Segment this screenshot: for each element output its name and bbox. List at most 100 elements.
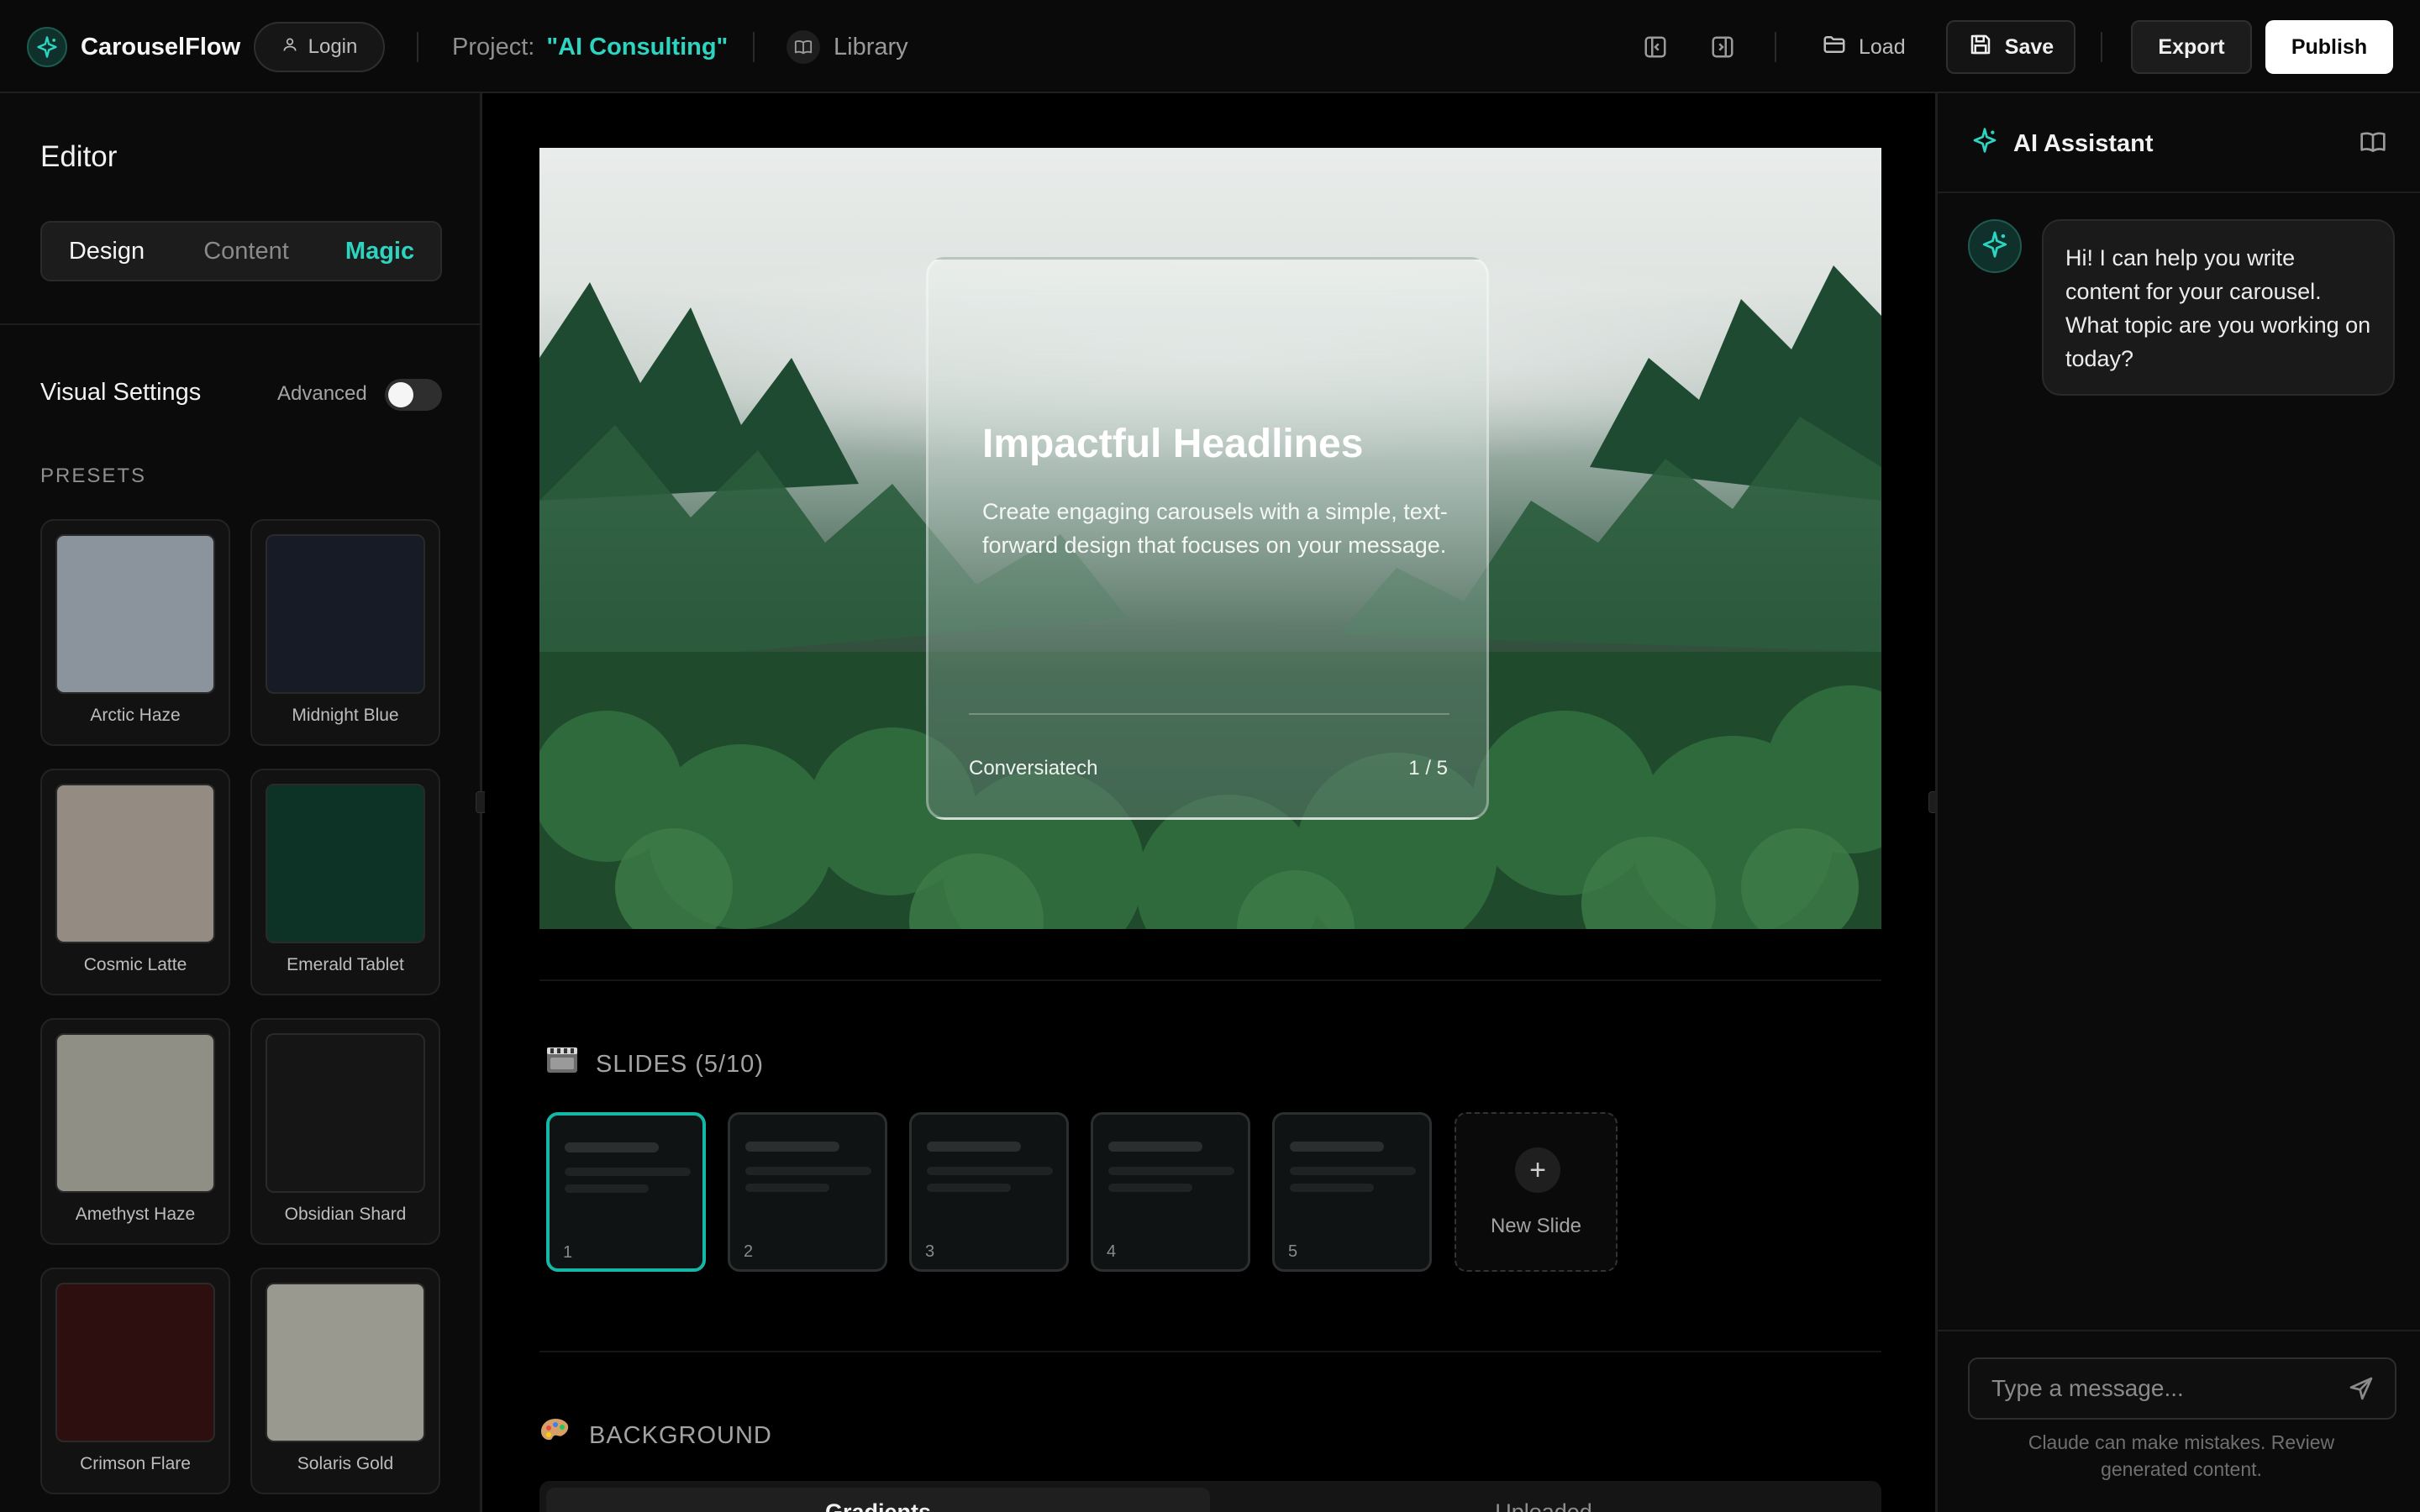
section-divider: [539, 1351, 1881, 1352]
slide-preview[interactable]: Impactful Headlines Create engaging caro…: [539, 148, 1881, 929]
tab-uploaded[interactable]: Uploaded: [1212, 1488, 1876, 1512]
visual-settings-title: Visual Settings: [40, 379, 202, 406]
disclaimer-text: Claude can make mistakes. Review generat…: [2028, 1431, 2335, 1480]
slide-brand: Conversiatech: [969, 757, 1098, 780]
new-slide-button[interactable]: + New Slide: [1455, 1112, 1618, 1272]
background-header: BACKGROUND: [539, 1415, 772, 1456]
film-slides-icon: [545, 1046, 579, 1083]
assistant-avatar: [1968, 219, 2022, 273]
preset-swatch: [266, 1033, 425, 1193]
background-heading: BACKGROUND: [589, 1421, 772, 1449]
editor-title: Editor: [40, 140, 118, 173]
save-icon: [1968, 32, 1993, 63]
preset-card[interactable]: Arctic Haze: [40, 519, 230, 746]
editor-tabs: Design Content Magic: [40, 221, 442, 281]
ai-assistant-title: AI Assistant: [2013, 129, 2154, 157]
slide-thumbnail[interactable]: 2: [728, 1112, 887, 1272]
slide-number: 1: [563, 1243, 573, 1262]
divider: [417, 32, 418, 62]
slide-thumbnail[interactable]: 3: [909, 1112, 1069, 1272]
slides-header: SLIDES (5/10): [545, 1046, 764, 1083]
preset-swatch: [266, 1283, 425, 1442]
slide-thumbnail[interactable]: 5: [1272, 1112, 1432, 1272]
preset-card[interactable]: Solaris Gold: [250, 1268, 440, 1494]
slide-page-indicator: 1 / 5: [1408, 757, 1448, 780]
preset-swatch: [266, 784, 425, 943]
tab-magic[interactable]: Magic: [338, 233, 422, 270]
login-button[interactable]: Login: [254, 22, 385, 72]
divider: [1775, 32, 1776, 62]
preset-swatch: [55, 784, 215, 943]
app-name: CarouselFlow: [81, 33, 241, 60]
panel-right-icon[interactable]: [1707, 32, 1738, 62]
slide-body[interactable]: Create engaging carousels with a simple,…: [982, 495, 1453, 562]
user-icon: [281, 35, 298, 59]
preset-swatch: [55, 1283, 215, 1442]
tab-content[interactable]: Content: [192, 233, 301, 270]
divider: [2101, 32, 2102, 62]
sparkle-icon: [1981, 230, 2009, 263]
project-label: Project:: [452, 33, 535, 60]
send-icon[interactable]: [2346, 1373, 2376, 1404]
library-button[interactable]: Library: [786, 29, 908, 66]
presets-label: PRESETS: [40, 465, 147, 487]
new-slide-label: New Slide: [1490, 1215, 1582, 1237]
library-label: Library: [834, 33, 908, 60]
plus-icon: +: [1515, 1147, 1560, 1193]
preset-name: Crimson Flare: [80, 1454, 191, 1473]
save-label: Save: [2004, 34, 2054, 59]
login-label: Login: [308, 35, 358, 58]
project-indicator[interactable]: Project: "AI Consulting": [452, 30, 728, 64]
top-bar: CarouselFlow Login Project: "AI Consulti…: [0, 0, 2420, 93]
background-tabs: Gradients Uploaded: [539, 1481, 1881, 1512]
export-button[interactable]: Export: [2131, 20, 2252, 74]
slide-headline[interactable]: Impactful Headlines: [982, 421, 1363, 467]
divider: [1938, 1330, 2420, 1331]
tab-gradients[interactable]: Gradients: [546, 1488, 1210, 1512]
book-open-icon[interactable]: [2360, 129, 2386, 160]
preset-card[interactable]: Amethyst Haze: [40, 1018, 230, 1245]
ai-assistant-panel: AI Assistant Hi! I can help you write co…: [1935, 93, 2420, 1512]
divider: [0, 323, 480, 325]
slides-heading: SLIDES (5/10): [596, 1050, 764, 1078]
panel-left-icon[interactable]: [1640, 32, 1670, 62]
main-canvas-area: Impactful Headlines Create engaging caro…: [485, 93, 1935, 1512]
slide-thumbnail[interactable]: 1: [546, 1112, 706, 1272]
preset-card[interactable]: Midnight Blue: [250, 519, 440, 746]
slide-number: 5: [1288, 1242, 1298, 1261]
publish-button[interactable]: Publish: [2265, 20, 2393, 74]
preset-name: Midnight Blue: [292, 706, 399, 725]
folder-open-icon: [1822, 32, 1847, 63]
divider: [753, 32, 755, 62]
book-open-icon: [786, 30, 820, 64]
save-button[interactable]: Save: [1946, 20, 2075, 74]
preset-swatch: [55, 534, 215, 694]
load-label: Load: [1859, 34, 1906, 59]
tab-design[interactable]: Design: [60, 233, 153, 270]
preset-card[interactable]: Crimson Flare: [40, 1268, 230, 1494]
preset-card[interactable]: Cosmic Latte: [40, 769, 230, 995]
preset-name: Cosmic Latte: [83, 955, 187, 974]
slide-number: 3: [925, 1242, 935, 1261]
slide-number: 2: [744, 1242, 754, 1261]
card-divider: [969, 713, 1449, 715]
project-name: "AI Consulting": [546, 33, 729, 60]
sparkle-icon: [1971, 127, 1998, 160]
slide-thumbnail[interactable]: 4: [1091, 1112, 1250, 1272]
section-divider: [539, 979, 1881, 981]
palette-icon: [539, 1415, 572, 1456]
preset-name: Solaris Gold: [297, 1454, 394, 1473]
preset-swatch: [55, 1033, 215, 1193]
preset-name: Arctic Haze: [90, 706, 181, 725]
message-input[interactable]: [1968, 1357, 2396, 1420]
preset-name: Emerald Tablet: [287, 955, 404, 974]
load-button[interactable]: Load: [1822, 30, 1906, 64]
slide-card[interactable]: Impactful Headlines Create engaging caro…: [926, 257, 1489, 820]
preset-swatch: [266, 534, 425, 694]
preset-card[interactable]: Obsidian Shard: [250, 1018, 440, 1245]
ai-assistant-header: AI Assistant: [1971, 127, 2154, 160]
preset-name: Obsidian Shard: [284, 1205, 407, 1224]
preset-card[interactable]: Emerald Tablet: [250, 769, 440, 995]
divider: [1938, 192, 2420, 193]
advanced-toggle[interactable]: [385, 379, 442, 411]
